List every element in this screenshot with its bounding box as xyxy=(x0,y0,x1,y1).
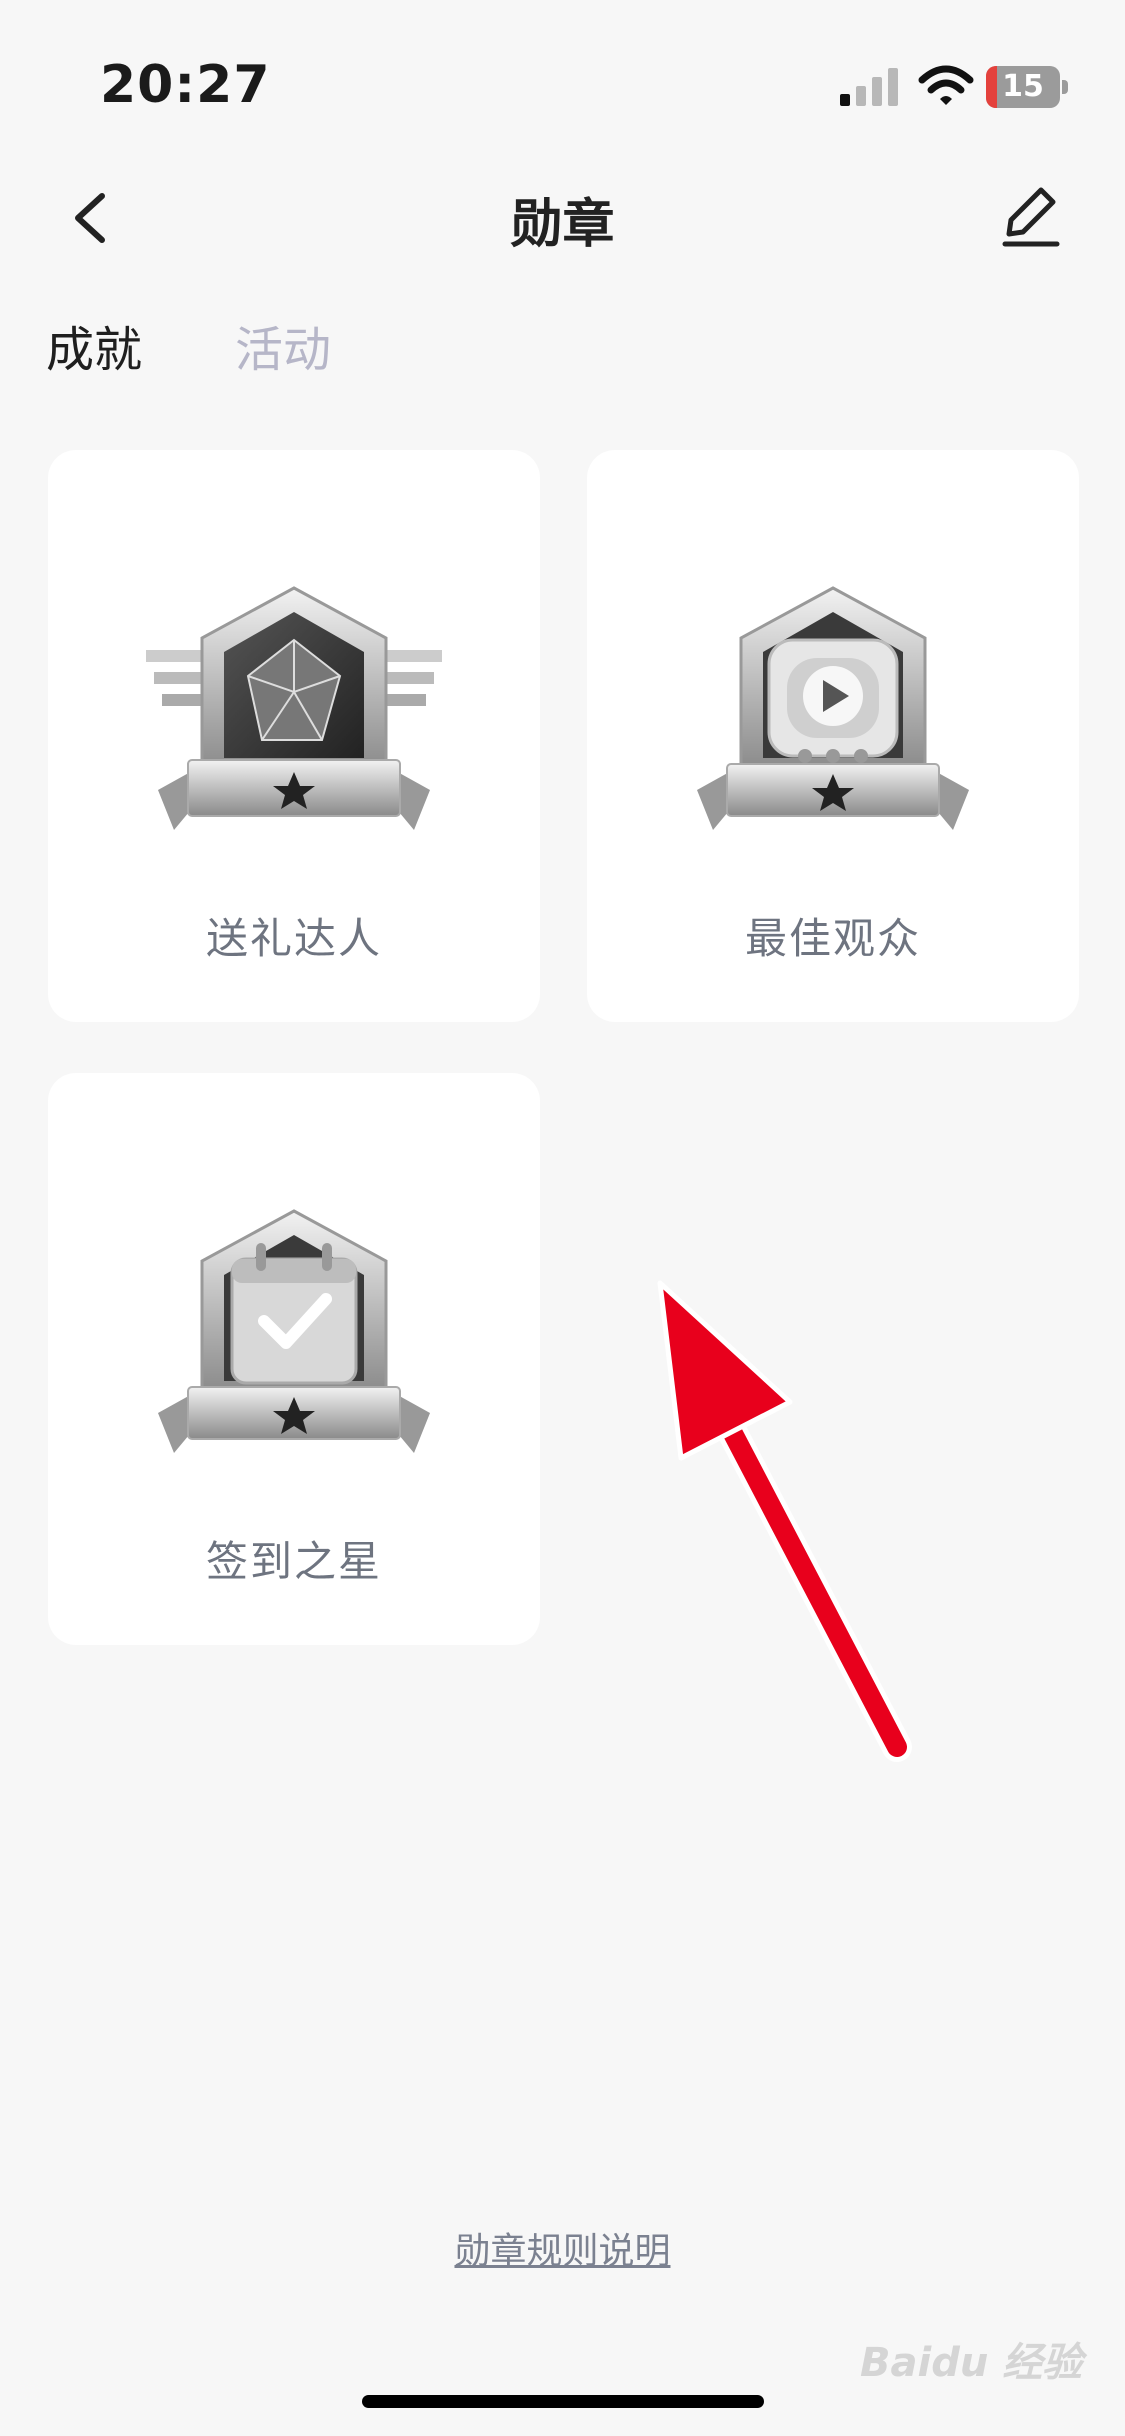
baidu-watermark: Baidu 经验 xyxy=(860,2340,1083,2386)
badge-name: 送礼达人 xyxy=(205,914,382,963)
badge-name: 最佳观众 xyxy=(744,914,921,963)
badge-card-gift[interactable]: 送礼达人 xyxy=(48,450,540,1022)
battery-indicator: 15 xyxy=(986,66,1068,108)
tab-achievements[interactable]: 成就 xyxy=(46,310,142,380)
nav-bar: 勋章 xyxy=(0,170,1125,260)
battery-cap xyxy=(1062,80,1068,94)
page-title: 勋章 xyxy=(510,195,615,255)
home-indicator[interactable] xyxy=(362,2395,764,2408)
battery-percent: 15 xyxy=(1002,69,1044,104)
status-time: 20:27 xyxy=(100,55,271,115)
gift-diamond-badge-icon xyxy=(146,586,442,830)
calendar-check-badge-icon xyxy=(158,1209,430,1453)
battery-body: 15 xyxy=(986,66,1060,108)
tab-activities[interactable]: 活动 xyxy=(235,310,331,380)
pencil-edit-icon[interactable] xyxy=(995,176,1065,256)
wifi-icon xyxy=(918,65,974,105)
tv-play-badge-icon xyxy=(697,586,969,830)
badge-rules-link[interactable]: 勋章规则说明 xyxy=(0,2222,1125,2274)
badge-name: 签到之星 xyxy=(205,1537,382,1586)
status-bar: 20:27 15 xyxy=(0,0,1125,150)
cellular-signal-icon xyxy=(840,68,898,106)
badge-card-checkin[interactable]: 签到之星 xyxy=(48,1073,540,1645)
badge-card-viewer[interactable]: 最佳观众 xyxy=(587,450,1079,1022)
category-tabs: 成就 活动 xyxy=(0,310,1125,380)
